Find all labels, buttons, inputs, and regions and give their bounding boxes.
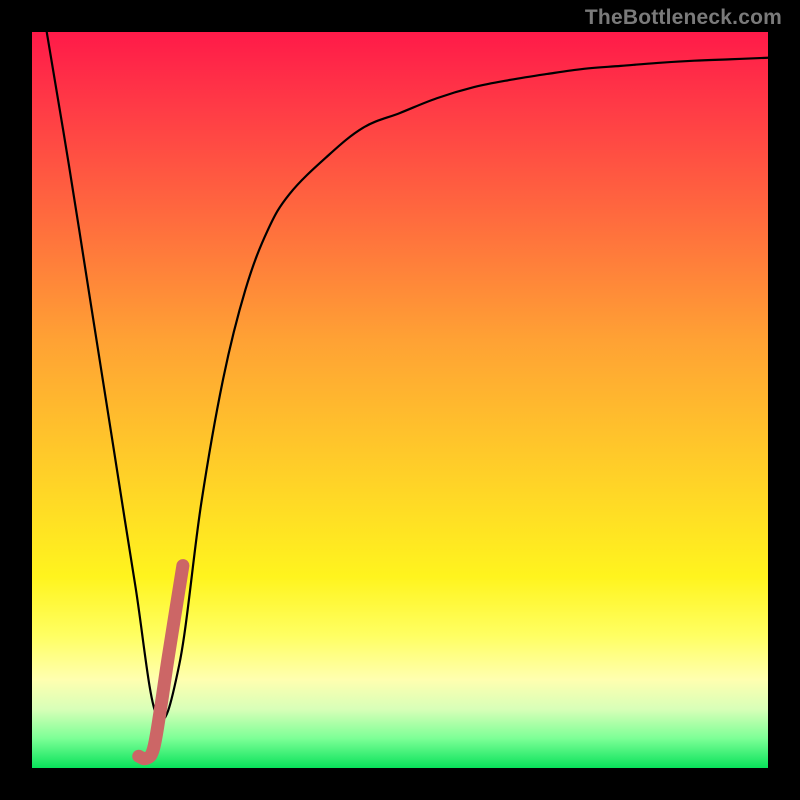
- bottleneck-curve: [47, 32, 768, 720]
- watermark-text: TheBottleneck.com: [585, 6, 782, 30]
- plot-area: [32, 32, 768, 768]
- chart-frame: TheBottleneck.com: [0, 0, 800, 800]
- chart-svg: [32, 32, 768, 768]
